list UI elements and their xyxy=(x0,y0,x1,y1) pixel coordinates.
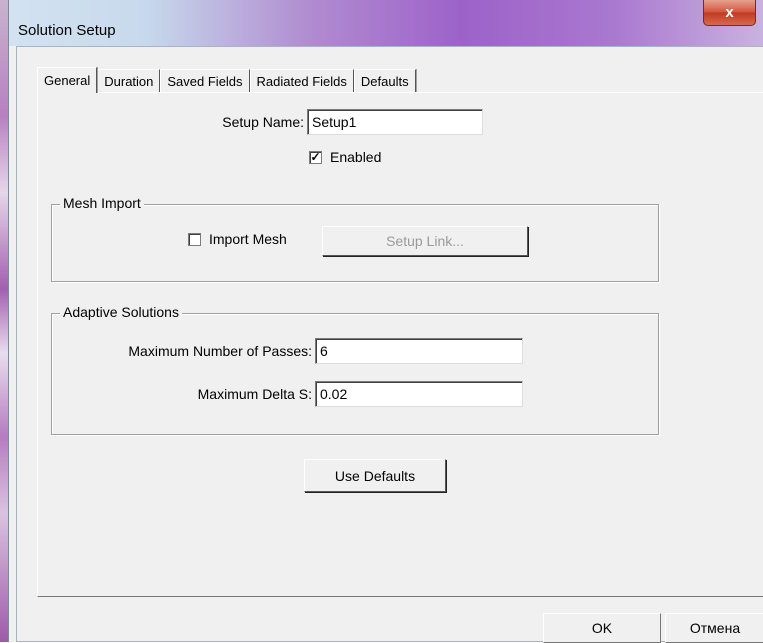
enabled-checkbox[interactable]: ✓ xyxy=(309,151,322,164)
enabled-label: Enabled xyxy=(330,149,382,165)
desktop-background-strip xyxy=(0,0,8,642)
max-delta-s-label: Maximum Delta S: xyxy=(197,386,312,402)
general-tab-panel: Setup Name: Setup1 ✓ Enabled Mesh Import… xyxy=(37,92,763,597)
adaptive-solutions-group: Adaptive Solutions Maximum Number of Pas… xyxy=(51,304,659,435)
cancel-button[interactable]: Отмена xyxy=(665,613,763,643)
import-mesh-checkbox[interactable] xyxy=(188,233,201,246)
window-title: Solution Setup xyxy=(18,22,116,39)
dialog-client-area: General Duration Saved Fields Radiated F… xyxy=(16,46,763,643)
use-defaults-button[interactable]: Use Defaults xyxy=(304,459,446,492)
setup-name-input[interactable]: Setup1 xyxy=(307,109,483,135)
mesh-import-group: Mesh Import Import Mesh Setup Link... xyxy=(51,195,659,282)
ok-button[interactable]: OK xyxy=(543,613,661,643)
max-passes-input[interactable]: 6 xyxy=(315,338,523,364)
max-passes-label: Maximum Number of Passes: xyxy=(128,343,312,359)
close-button[interactable]: x xyxy=(703,0,756,26)
tab-duration[interactable]: Duration xyxy=(97,69,161,93)
import-mesh-label: Import Mesh xyxy=(209,231,287,247)
checkmark-icon: ✓ xyxy=(310,150,321,164)
tab-saved-fields[interactable]: Saved Fields xyxy=(160,69,250,93)
tab-defaults[interactable]: Defaults xyxy=(353,69,416,93)
max-delta-s-input[interactable]: 0.02 xyxy=(315,381,523,407)
tab-strip: General Duration Saved Fields Radiated F… xyxy=(37,67,416,93)
mesh-import-group-label: Mesh Import xyxy=(60,195,144,211)
title-bar[interactable]: Solution Setup x xyxy=(9,0,763,46)
solution-setup-dialog: Solution Setup x General Duration Saved … xyxy=(8,0,763,643)
close-icon: x xyxy=(725,4,734,21)
setup-name-label: Setup Name: xyxy=(222,114,304,130)
tab-general[interactable]: General xyxy=(37,67,98,93)
adaptive-solutions-group-label: Adaptive Solutions xyxy=(60,304,182,320)
setup-link-button[interactable]: Setup Link... xyxy=(322,226,528,256)
tab-radiated-fields[interactable]: Radiated Fields xyxy=(249,69,354,93)
